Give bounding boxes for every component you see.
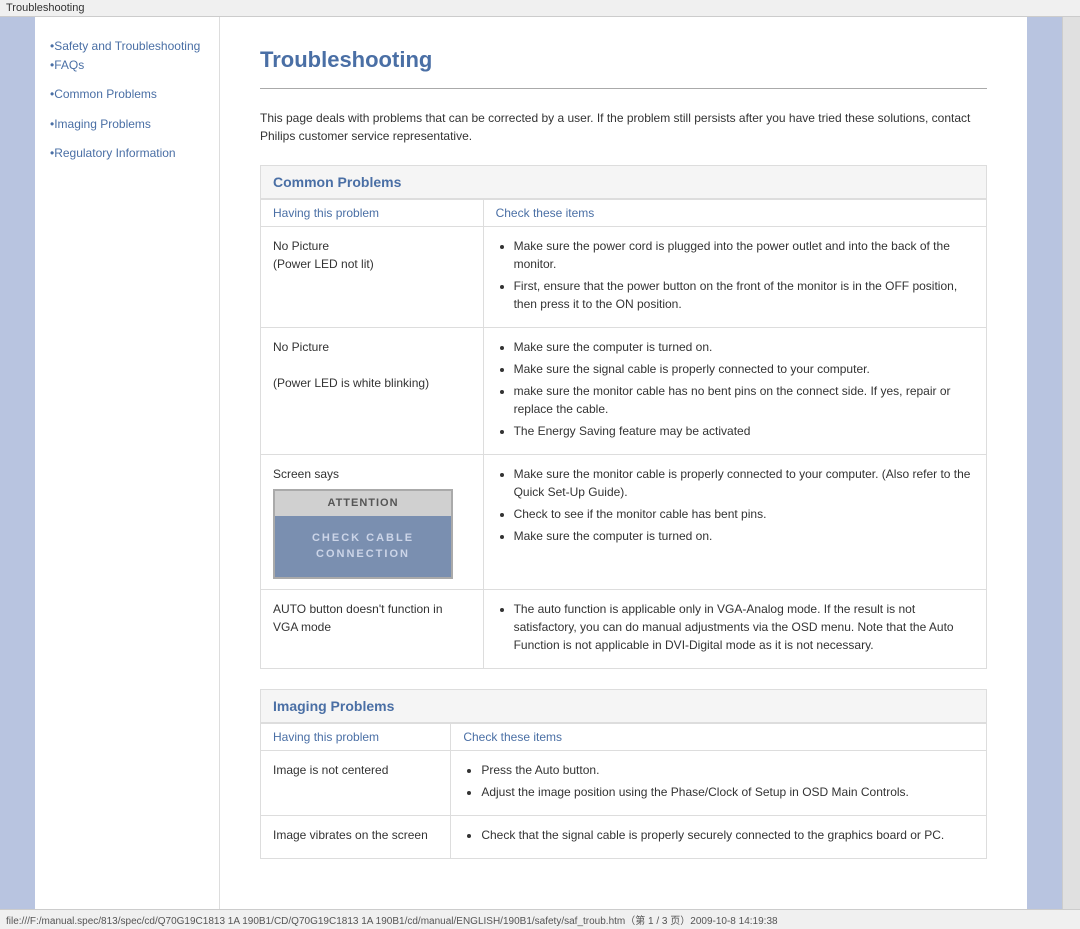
list-item: Check that the signal cable is properly … — [481, 826, 974, 844]
sidebar-link-imaging[interactable]: •Imaging Problems — [50, 115, 209, 134]
solution-cell: Make sure the power cord is plugged into… — [483, 227, 986, 328]
table-row: Image is not centered Press the Auto but… — [261, 750, 987, 815]
list-item: Check to see if the monitor cable has be… — [514, 505, 974, 523]
list-item: Make sure the computer is turned on. — [514, 527, 974, 545]
table-row: No Picture(Power LED is white blinking) … — [261, 328, 987, 455]
col2-header: Check these items — [483, 200, 986, 227]
solution-cell: Check that the signal cable is properly … — [451, 815, 987, 858]
attention-header: ATTENTION — [275, 491, 451, 516]
table-row: No Picture(Power LED not lit) Make sure … — [261, 227, 987, 328]
col2-header: Check these items — [451, 723, 987, 750]
right-panel — [1027, 17, 1062, 909]
table-row: Screen says ATTENTION CHECK CABLE CONNEC… — [261, 455, 987, 590]
list-item: Make sure the computer is turned on. — [514, 338, 974, 356]
common-problems-title: Common Problems — [273, 174, 401, 190]
list-item: Make sure the power cord is plugged into… — [514, 237, 974, 273]
col1-header: Having this problem — [261, 723, 451, 750]
sidebar-group-3: •Imaging Problems — [50, 115, 209, 134]
sidebar-link-regulatory[interactable]: •Regulatory Information — [50, 144, 209, 163]
table-row: Image vibrates on the screen Check that … — [261, 815, 987, 858]
list-item: Adjust the image position using the Phas… — [481, 783, 974, 801]
sidebar-group-1: •Safety and Troubleshooting •FAQs — [50, 37, 209, 75]
sidebar-link-safety[interactable]: •Safety and Troubleshooting — [50, 37, 209, 56]
status-bar: file:///F:/manual.spec/813/spec/cd/Q70G1… — [0, 909, 1080, 929]
status-url: file:///F:/manual.spec/813/spec/cd/Q70G1… — [6, 916, 778, 927]
solution-cell: Press the Auto button. Adjust the image … — [451, 750, 987, 815]
solution-cell: The auto function is applicable only in … — [483, 589, 986, 668]
screen-says-text: Screen says — [273, 467, 339, 481]
attention-body: CHECK CABLE CONNECTION — [275, 516, 451, 577]
list-item: The auto function is applicable only in … — [514, 600, 974, 654]
title-bar: Troubleshooting — [0, 0, 1080, 17]
sidebar: •Safety and Troubleshooting •FAQs •Commo… — [35, 17, 220, 909]
title-bar-text: Troubleshooting — [6, 2, 84, 14]
solution-cell: Make sure the monitor cable is properly … — [483, 455, 986, 590]
content-area: Troubleshooting This page deals with pro… — [220, 17, 1027, 909]
list-item: Make sure the monitor cable is properly … — [514, 465, 974, 501]
list-item: The Energy Saving feature may be activat… — [514, 422, 974, 440]
intro-text: This page deals with problems that can b… — [260, 109, 987, 145]
page-title: Troubleshooting — [260, 47, 987, 73]
problem-cell: Image vibrates on the screen — [261, 815, 451, 858]
imaging-problems-title: Imaging Problems — [273, 698, 394, 714]
problem-cell: AUTO button doesn't function in VGA mode — [261, 589, 484, 668]
common-problems-header: Common Problems — [260, 165, 987, 199]
list-item: make sure the monitor cable has no bent … — [514, 382, 974, 418]
sidebar-group-2: •Common Problems — [50, 85, 209, 104]
sidebar-group-4: •Regulatory Information — [50, 144, 209, 163]
problem-cell: No Picture(Power LED not lit) — [261, 227, 484, 328]
table-row: AUTO button doesn't function in VGA mode… — [261, 589, 987, 668]
problem-cell: No Picture(Power LED is white blinking) — [261, 328, 484, 455]
problem-cell: Screen says ATTENTION CHECK CABLE CONNEC… — [261, 455, 484, 590]
attention-box: ATTENTION CHECK CABLE CONNECTION — [273, 489, 453, 579]
list-item: Make sure the signal cable is properly c… — [514, 360, 974, 378]
title-divider — [260, 88, 987, 89]
sidebar-link-faqs[interactable]: •FAQs — [50, 56, 209, 75]
problem-cell: Image is not centered — [261, 750, 451, 815]
scrollbar[interactable] — [1062, 17, 1080, 909]
common-problems-table: Having this problem Check these items No… — [260, 199, 987, 669]
imaging-problems-header: Imaging Problems — [260, 689, 987, 723]
list-item: First, ensure that the power button on t… — [514, 277, 974, 313]
solution-cell: Make sure the computer is turned on. Mak… — [483, 328, 986, 455]
sidebar-link-common[interactable]: •Common Problems — [50, 85, 209, 104]
imaging-problems-table: Having this problem Check these items Im… — [260, 723, 987, 859]
col1-header: Having this problem — [261, 200, 484, 227]
left-panel — [0, 17, 35, 909]
list-item: Press the Auto button. — [481, 761, 974, 779]
